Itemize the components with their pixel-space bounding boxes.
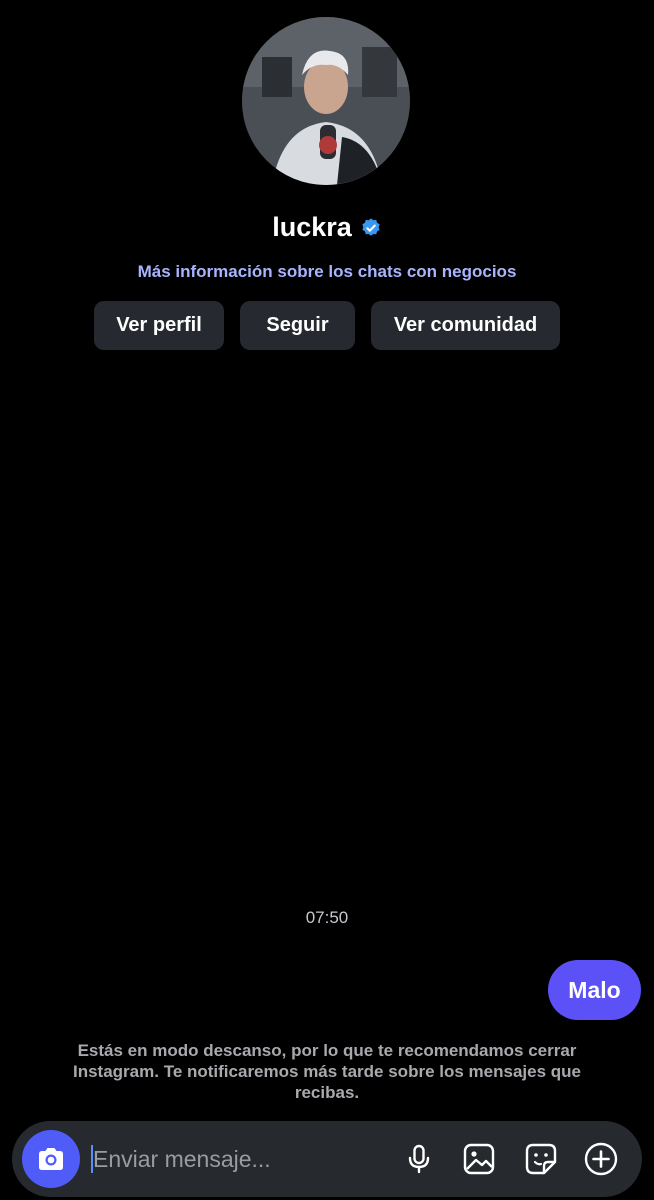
chat-screen: luckra Más información sobre los chats c…: [0, 0, 654, 1200]
verified-badge-icon: [362, 217, 380, 236]
username[interactable]: luckra: [272, 212, 352, 243]
message-timestamp: 07:50: [305, 908, 349, 927]
view-profile-button[interactable]: Ver perfil: [94, 301, 224, 350]
view-community-button[interactable]: Ver comunidad: [371, 301, 560, 350]
message-input[interactable]: [90, 1139, 390, 1179]
avatar-photo: [242, 17, 410, 185]
voice-message-button[interactable]: [399, 1139, 439, 1179]
rest-mode-notice: Estás en modo descanso, por lo que te re…: [73, 1041, 581, 1102]
sticker-button[interactable]: [521, 1139, 561, 1179]
camera-button[interactable]: [22, 1130, 80, 1188]
avatar[interactable]: [242, 17, 410, 185]
follow-button[interactable]: Seguir: [240, 301, 355, 350]
more-options-button[interactable]: [581, 1139, 621, 1179]
sent-message-bubble[interactable]: Malo: [548, 960, 641, 1020]
plus-icon: [584, 1142, 618, 1176]
business-chats-info-link[interactable]: Más información sobre los chats con nego…: [0, 262, 654, 282]
camera-icon: [39, 1148, 63, 1170]
profile-name-row: luckra: [0, 212, 654, 243]
profile-actions: Ver perfil Seguir Ver comunidad: [0, 301, 654, 350]
microphone-icon: [408, 1144, 430, 1174]
sticker-icon: [525, 1143, 557, 1175]
gallery-button[interactable]: [459, 1139, 499, 1179]
message-composer: [12, 1121, 642, 1197]
gallery-icon: [463, 1143, 495, 1175]
